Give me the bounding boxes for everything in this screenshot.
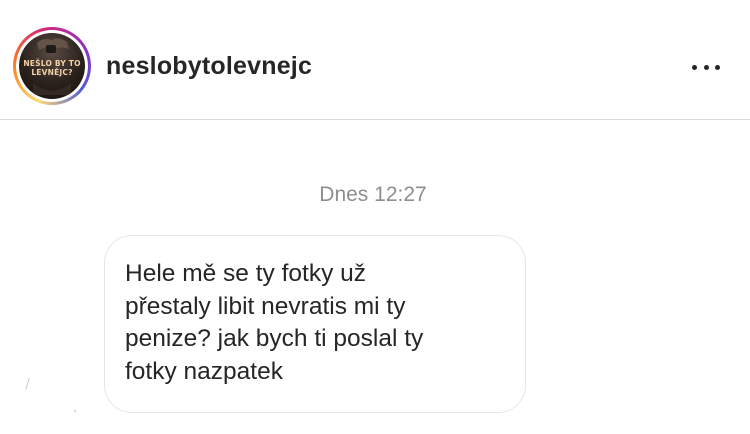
- more-horizontal-icon-dot-1: [692, 64, 697, 70]
- image-artifact: [74, 410, 76, 412]
- chat-header: NEŠLO BY TO LEVNĚJC? neslobytolevnejc: [0, 0, 750, 120]
- more-horizontal-icon-dot-3: [715, 64, 720, 70]
- avatar-image: NEŠLO BY TO LEVNĚJC?: [19, 33, 85, 99]
- more-options-button[interactable]: [686, 55, 726, 79]
- avatar-inner-gap: NEŠLO BY TO LEVNĚJC?: [16, 30, 88, 102]
- username[interactable]: neslobytolevnejc: [106, 52, 312, 81]
- message-timestamp: Dnes 12:27: [0, 183, 750, 207]
- timestamp-label: Dnes 12:27: [319, 183, 427, 206]
- image-artifact: [25, 378, 30, 390]
- more-horizontal-icon-dot-2: [703, 64, 709, 70]
- message-bubble[interactable]: Hele mě se ty fotky už přestaly libit ne…: [104, 235, 526, 413]
- message-text: Hele mě se ty fotky už přestaly libit ne…: [125, 260, 424, 385]
- avatar[interactable]: NEŠLO BY TO LEVNĚJC?: [13, 27, 91, 105]
- avatar-logo-text: NEŠLO BY TO LEVNĚJC?: [23, 59, 81, 77]
